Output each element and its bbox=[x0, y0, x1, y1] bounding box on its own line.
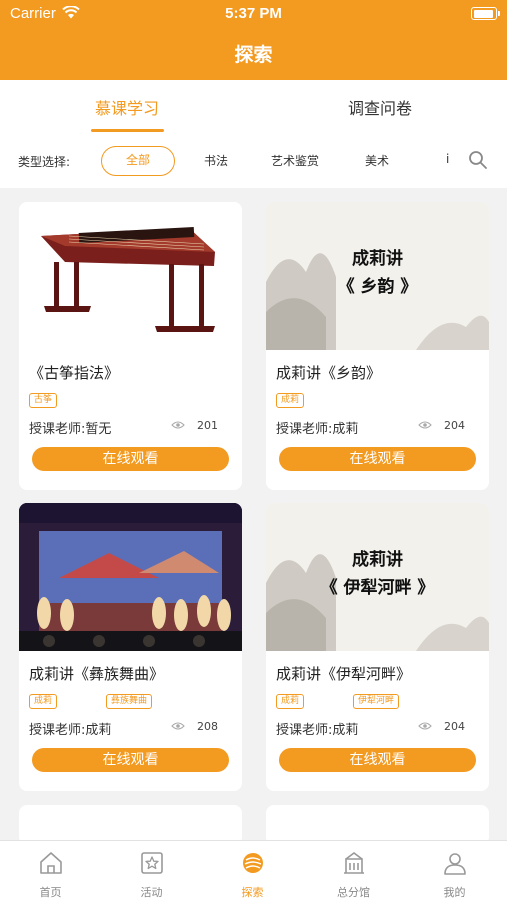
tab-survey[interactable]: 调查问卷 bbox=[300, 95, 460, 119]
active-tab-indicator bbox=[91, 129, 164, 132]
cover-title-line-2: 《 乡韵 》 bbox=[337, 277, 418, 297]
course-tag: 古筝 bbox=[29, 393, 58, 408]
view-count: 204 bbox=[444, 419, 465, 432]
course-card[interactable]: 《古筝指法》 古筝 授课老师:暂无 201 在线观看 bbox=[19, 202, 242, 490]
profile-icon bbox=[444, 853, 466, 875]
course-teacher: 授课老师:成莉 bbox=[29, 723, 112, 738]
cover-title-line-1: 成莉讲 bbox=[352, 249, 403, 269]
stage-performance-image bbox=[19, 503, 242, 651]
tabbar-label: 我的 bbox=[443, 886, 466, 899]
filter-chip-calligraphy[interactable]: 书法 bbox=[204, 152, 228, 169]
course-card[interactable]: 成莉讲 《 乡韵 》 成莉讲《乡韵》 成莉 授课老师:成莉 204 在线观看 bbox=[266, 202, 489, 490]
view-count: 208 bbox=[197, 720, 218, 733]
watch-online-button[interactable]: 在线观看 bbox=[279, 748, 476, 772]
course-tag: 伊犁河畔 bbox=[353, 694, 400, 709]
cover-title-line-1: 成莉讲 bbox=[352, 550, 403, 570]
watch-online-button[interactable]: 在线观看 bbox=[279, 447, 476, 471]
activity-icon bbox=[141, 852, 163, 874]
eye-icon bbox=[418, 421, 432, 429]
course-tag: 成莉 bbox=[276, 694, 305, 709]
course-title: 《古筝指法》 bbox=[29, 364, 120, 382]
watch-online-button[interactable]: 在线观看 bbox=[32, 748, 229, 772]
tabbar-item-explore[interactable]: 探索 bbox=[202, 841, 303, 900]
course-tag: 彝族舞曲 bbox=[106, 694, 153, 709]
battery-icon bbox=[471, 7, 500, 20]
status-time: 5:37 PM bbox=[225, 5, 282, 22]
search-icon[interactable] bbox=[468, 150, 488, 170]
tabbar-label: 首页 bbox=[39, 886, 62, 899]
page-title: 探索 bbox=[234, 44, 273, 66]
content-tabs: 慕课学习 调查问卷 bbox=[0, 80, 507, 134]
course-card[interactable] bbox=[19, 805, 242, 845]
view-count: 204 bbox=[444, 720, 465, 733]
course-title: 成莉讲《彝族舞曲》 bbox=[29, 665, 165, 683]
view-count: 201 bbox=[197, 419, 218, 432]
status-bar: Carrier 5:37 PM bbox=[0, 0, 507, 28]
tabbar-item-library[interactable]: 总分馆 bbox=[303, 841, 404, 900]
course-title: 成莉讲《伊犁河畔》 bbox=[276, 665, 412, 683]
filter-chip-art-appreciation[interactable]: 艺术鉴赏 bbox=[271, 152, 319, 169]
filter-chip-more[interactable]: i bbox=[446, 152, 449, 166]
tab-mooc[interactable]: 慕课学习 bbox=[47, 95, 207, 119]
watch-online-button[interactable]: 在线观看 bbox=[32, 447, 229, 471]
tabbar-label: 总分馆 bbox=[337, 886, 370, 899]
header: Carrier 5:37 PM 探索 bbox=[0, 0, 507, 80]
course-thumbnail bbox=[19, 202, 242, 350]
eye-icon bbox=[418, 722, 432, 730]
tabbar-label: 活动 bbox=[140, 886, 163, 899]
explore-icon bbox=[243, 853, 263, 873]
tabbar-item-profile[interactable]: 我的 bbox=[404, 841, 505, 900]
course-tag: 成莉 bbox=[276, 393, 305, 408]
course-title: 成莉讲《乡韵》 bbox=[276, 364, 382, 382]
filter-label: 类型选择: bbox=[18, 155, 71, 169]
course-teacher: 授课老师:成莉 bbox=[276, 422, 359, 437]
tabbar-item-activity[interactable]: 活动 bbox=[101, 841, 202, 900]
course-card[interactable]: 成莉讲《彝族舞曲》 成莉 彝族舞曲 授课老师:成莉 208 在线观看 bbox=[19, 503, 242, 791]
eye-icon bbox=[171, 722, 185, 730]
course-card[interactable]: 成莉讲 《 伊犁河畔 》 成莉讲《伊犁河畔》 成莉 伊犁河畔 授课老师:成莉 2… bbox=[266, 503, 489, 791]
tabbar-label: 探索 bbox=[241, 886, 264, 899]
category-filter: 类型选择: 全部 书法 艺术鉴赏 美术 i bbox=[0, 134, 507, 188]
filter-chip-fine-arts[interactable]: 美术 bbox=[365, 152, 389, 169]
cover-title-line-2: 《 伊犁河畔 》 bbox=[320, 578, 435, 598]
course-teacher: 授课老师:成莉 bbox=[276, 723, 359, 738]
course-tag: 成莉 bbox=[29, 694, 58, 709]
home-icon bbox=[40, 852, 62, 874]
course-card[interactable] bbox=[266, 805, 489, 845]
course-thumbnail: 成莉讲 《 伊犁河畔 》 bbox=[266, 503, 489, 651]
course-thumbnail: 成莉讲 《 乡韵 》 bbox=[266, 202, 489, 350]
eye-icon bbox=[171, 421, 185, 429]
course-thumbnail bbox=[19, 503, 242, 651]
filter-chip-all[interactable]: 全部 bbox=[101, 146, 175, 176]
tabbar-item-home[interactable]: 首页 bbox=[0, 841, 101, 900]
library-icon bbox=[344, 852, 364, 874]
guzheng-image bbox=[41, 227, 215, 332]
course-teacher: 授课老师:暂无 bbox=[29, 422, 112, 437]
bottom-tab-bar: 首页 活动 探索 总分馆 我的 bbox=[0, 840, 507, 900]
